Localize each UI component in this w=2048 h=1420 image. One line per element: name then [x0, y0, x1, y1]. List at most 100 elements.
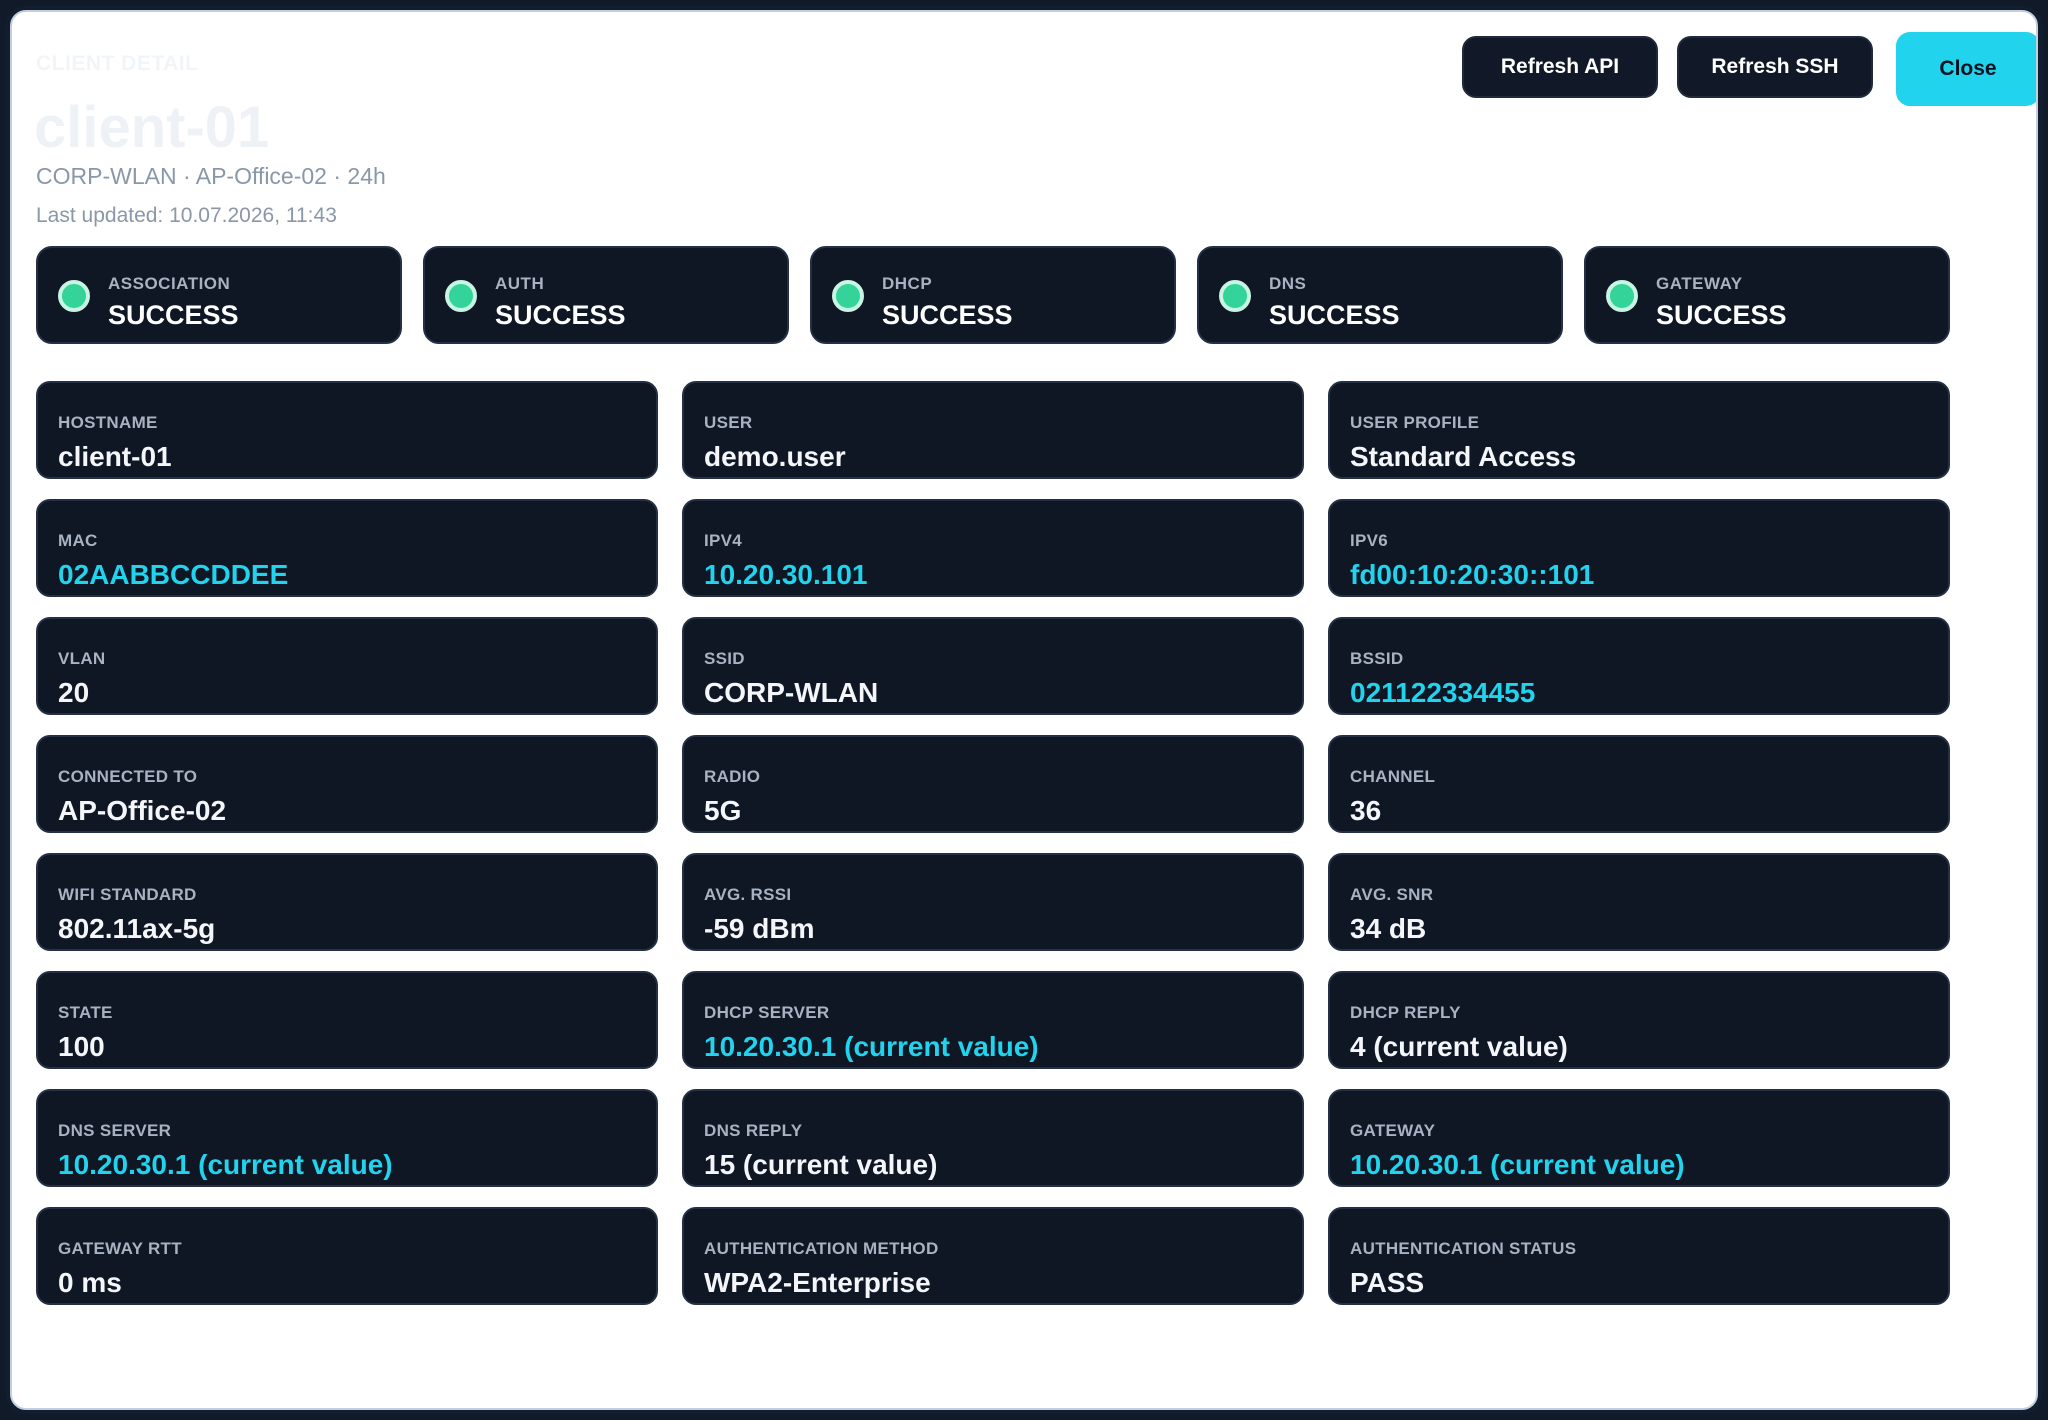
field-card-ipv4: IPV4 10.20.30.101 [682, 499, 1304, 597]
field-card-vlan: VLAN 20 [36, 617, 658, 715]
close-button[interactable]: Close [1896, 32, 2036, 106]
field-card-dns-server: DNS SERVER 10.20.30.1 (current value) [36, 1089, 658, 1187]
field-card-state: STATE 100 [36, 971, 658, 1069]
field-label: SSID [704, 649, 745, 668]
field-label: HOSTNAME [58, 413, 158, 432]
field-label: STATE [58, 1003, 113, 1022]
field-label: GATEWAY RTT [58, 1239, 182, 1258]
client-detail-modal: CLIENT DETAIL client-01 CORP-WLAN · AP-O… [10, 10, 2038, 1410]
status-value: SUCCESS [495, 300, 626, 330]
field-card-user-profile: USER PROFILE Standard Access [1328, 381, 1950, 479]
field-label: MAC [58, 531, 98, 550]
status-card-association: ASSOCIATION SUCCESS [36, 246, 402, 344]
field-card-user: USER demo.user [682, 381, 1304, 479]
field-card-radio: RADIO 5G [682, 735, 1304, 833]
field-label: CHANNEL [1350, 767, 1436, 786]
field-label: DHCP SERVER [704, 1003, 830, 1022]
field-value: 10.20.30.1 (current value) [704, 1031, 1039, 1062]
status-value: SUCCESS [882, 300, 1013, 330]
field-value: demo.user [704, 441, 846, 472]
status-label: DNS [1269, 274, 1307, 293]
modal-eyebrow: CLIENT DETAIL [36, 52, 199, 75]
status-card-dns: DNS SUCCESS [1197, 246, 1563, 344]
status-dot-icon [445, 280, 477, 312]
status-value: SUCCESS [108, 300, 239, 330]
field-card-mac: MAC 02AABBCCDDEE [36, 499, 658, 597]
status-card-gateway: GATEWAY SUCCESS [1584, 246, 1950, 344]
field-label: DNS REPLY [704, 1121, 803, 1140]
status-dot-icon [832, 280, 864, 312]
field-card-ipv6: IPV6 fd00:10:20:30::101 [1328, 499, 1950, 597]
field-card-dns-reply: DNS REPLY 15 (current value) [682, 1089, 1304, 1187]
field-card-bssid: BSSID 021122334455 [1328, 617, 1950, 715]
field-value: 34 dB [1350, 913, 1427, 944]
refresh-ssh-button[interactable]: Refresh SSH [1677, 36, 1873, 98]
field-value: AP-Office-02 [58, 795, 227, 826]
field-value: 10.20.30.1 (current value) [58, 1149, 393, 1180]
field-card-ssid: SSID CORP-WLAN [682, 617, 1304, 715]
status-card-auth: AUTH SUCCESS [423, 246, 789, 344]
field-value: 10.20.30.1 (current value) [1350, 1149, 1685, 1180]
field-label: DNS SERVER [58, 1121, 172, 1140]
status-label: AUTH [495, 274, 545, 293]
field-label: VLAN [58, 649, 106, 668]
field-value: 15 (current value) [704, 1149, 938, 1180]
field-card-avg-snr: AVG. SNR 34 dB [1328, 853, 1950, 951]
status-label: GATEWAY [1656, 274, 1743, 293]
field-label: IPV6 [1350, 531, 1389, 550]
page-subtitle: CORP-WLAN · AP-Office-02 · 24h [36, 163, 386, 189]
field-label: USER PROFILE [1350, 413, 1480, 432]
field-label: DHCP REPLY [1350, 1003, 1461, 1022]
field-card-gateway-rtt: GATEWAY RTT 0 ms [36, 1207, 658, 1305]
status-label: DHCP [882, 274, 933, 293]
field-label: WIFI STANDARD [58, 885, 197, 904]
status-value: SUCCESS [1656, 300, 1787, 330]
field-value: 802.11ax-5g [58, 913, 216, 944]
field-value: -59 dBm [704, 913, 815, 944]
status-card-dhcp: DHCP SUCCESS [810, 246, 1176, 344]
status-dot-icon [1219, 280, 1251, 312]
client-fields-grid: HOSTNAME client-01 USER demo.user USER P… [36, 381, 1950, 1305]
field-card-auth-method: AUTHENTICATION METHOD WPA2-Enterprise [682, 1207, 1304, 1305]
field-label: AVG. SNR [1350, 885, 1434, 904]
status-dot-icon [1606, 280, 1638, 312]
field-value: PASS [1350, 1267, 1425, 1298]
field-label: GATEWAY [1350, 1121, 1436, 1140]
field-card-auth-status: AUTHENTICATION STATUS PASS [1328, 1207, 1950, 1305]
field-label: AUTHENTICATION METHOD [704, 1239, 939, 1258]
status-dot-icon [58, 280, 90, 312]
field-value: 02AABBCCDDEE [58, 559, 289, 590]
field-value: 021122334455 [1350, 677, 1536, 708]
field-card-dhcp-reply: DHCP REPLY 4 (current value) [1328, 971, 1950, 1069]
field-value: Standard Access [1350, 441, 1577, 472]
refresh-api-button[interactable]: Refresh API [1462, 36, 1658, 98]
field-value: 0 ms [58, 1267, 122, 1298]
field-card-gateway: GATEWAY 10.20.30.1 (current value) [1328, 1089, 1950, 1187]
field-label: IPV4 [704, 531, 743, 550]
field-value: CORP-WLAN [704, 677, 879, 708]
field-value: 4 (current value) [1350, 1031, 1568, 1062]
status-value: SUCCESS [1269, 300, 1400, 330]
field-label: AVG. RSSI [704, 885, 792, 904]
field-value: 10.20.30.101 [704, 559, 868, 590]
field-label: CONNECTED TO [58, 767, 198, 786]
field-card-hostname: HOSTNAME client-01 [36, 381, 658, 479]
field-card-wifi-standard: WIFI STANDARD 802.11ax-5g [36, 853, 658, 951]
field-label: USER [704, 413, 753, 432]
field-value: 100 [58, 1031, 105, 1062]
field-card-connected-to: CONNECTED TO AP-Office-02 [36, 735, 658, 833]
page-title: client-01 [34, 95, 270, 160]
field-value: 20 [58, 677, 90, 708]
field-card-avg-rssi: AVG. RSSI -59 dBm [682, 853, 1304, 951]
status-row: ASSOCIATION SUCCESS AUTH SUCCESS DHCP SU… [36, 246, 1950, 344]
field-value: 5G [704, 795, 742, 826]
field-label: BSSID [1350, 649, 1404, 668]
last-updated-text: Last updated: 10.07.2026, 11:43 [36, 204, 337, 227]
field-value: client-01 [58, 441, 172, 472]
status-label: ASSOCIATION [108, 274, 231, 293]
field-value: fd00:10:20:30::101 [1350, 559, 1595, 590]
field-value: WPA2-Enterprise [704, 1267, 931, 1298]
field-card-channel: CHANNEL 36 [1328, 735, 1950, 833]
field-label: AUTHENTICATION STATUS [1350, 1239, 1577, 1258]
field-card-dhcp-server: DHCP SERVER 10.20.30.1 (current value) [682, 971, 1304, 1069]
